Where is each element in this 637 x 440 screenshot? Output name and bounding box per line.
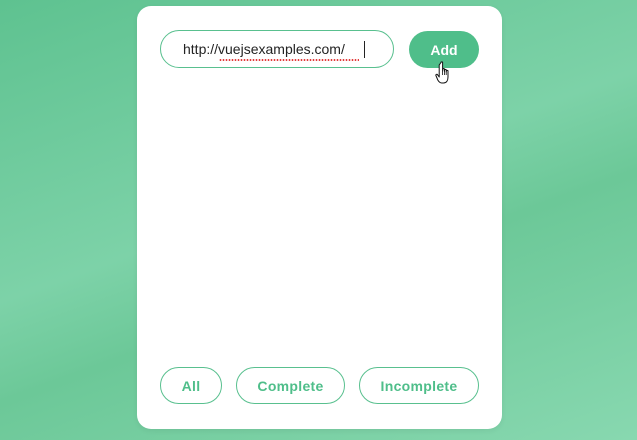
text-caret [364, 41, 365, 58]
todo-input[interactable] [161, 31, 393, 67]
todo-input-wrapper [160, 30, 394, 68]
hand-pointer-cursor-icon [435, 61, 449, 84]
filter-all-button[interactable]: All [160, 367, 222, 404]
todo-card: Add All Complete Incomplete [137, 6, 502, 429]
filter-incomplete-button[interactable]: Incomplete [359, 367, 479, 404]
filter-complete-button[interactable]: Complete [236, 367, 345, 404]
spellcheck-underline [219, 59, 359, 61]
